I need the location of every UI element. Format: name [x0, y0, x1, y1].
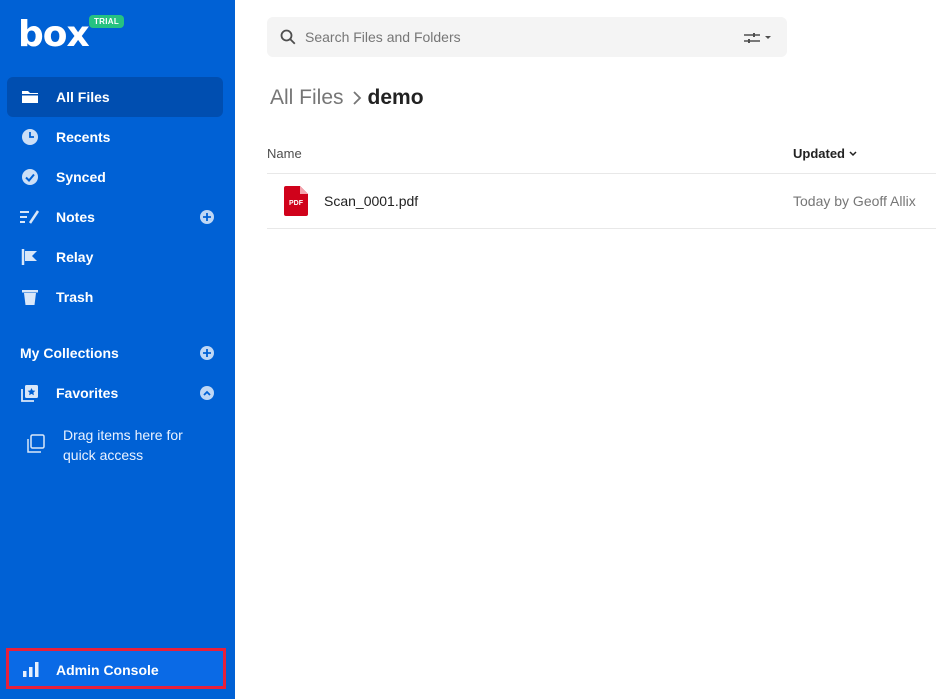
- sidebar-item-relay[interactable]: Relay: [7, 237, 223, 277]
- sidebar-item-label: Admin Console: [56, 662, 159, 678]
- relay-icon: [20, 247, 40, 267]
- notes-icon: [20, 207, 40, 227]
- breadcrumb-current-folder: demo: [367, 86, 424, 109]
- sidebar-item-synced[interactable]: Synced: [7, 157, 223, 197]
- add-collection-icon[interactable]: [200, 346, 214, 360]
- trial-badge: TRIAL: [89, 15, 125, 28]
- file-updated: Today by Geoff Allix: [793, 193, 916, 209]
- breadcrumb-all-files[interactable]: All Files: [270, 86, 344, 110]
- row-divider: [267, 228, 936, 229]
- sidebar-item-all-files[interactable]: All Files: [7, 77, 223, 117]
- bar-chart-icon: [21, 659, 41, 679]
- file-name[interactable]: Scan_0001.pdf: [324, 193, 418, 209]
- search-bar: [267, 17, 787, 57]
- sidebar-item-label: All Files: [56, 89, 110, 105]
- sidebar-item-trash[interactable]: Trash: [7, 277, 223, 317]
- column-header-updated-label: Updated: [793, 146, 845, 161]
- drag-hint-text: Drag items here for quick access: [63, 427, 183, 463]
- sidebar-item-label: Notes: [56, 209, 95, 225]
- breadcrumb: All Files demo: [270, 86, 424, 110]
- sort-chevron-down-icon: [849, 150, 857, 157]
- sidebar-item-label: Recents: [56, 129, 111, 145]
- table-row[interactable]: PDF Scan_0001.pdf Today by Geoff Allix: [267, 174, 936, 228]
- sidebar-item-label: Trash: [56, 289, 94, 305]
- add-note-icon[interactable]: [200, 210, 214, 224]
- logo-text: box: [18, 14, 90, 55]
- check-circle-icon: [20, 167, 40, 187]
- column-header-updated[interactable]: Updated: [793, 146, 857, 161]
- column-header-name[interactable]: Name: [267, 146, 302, 161]
- pdf-file-icon: PDF: [284, 186, 308, 221]
- sidebar-item-label: Synced: [56, 169, 106, 185]
- search-filter-icon[interactable]: [744, 31, 774, 49]
- clock-icon: [20, 127, 40, 147]
- sidebar-item-notes[interactable]: Notes: [7, 197, 223, 237]
- search-icon: [280, 29, 296, 50]
- sidebar-item-recents[interactable]: Recents: [7, 117, 223, 157]
- trash-icon: [20, 287, 40, 307]
- sidebar-item-label: Relay: [56, 249, 94, 265]
- chevron-right-icon: [352, 90, 362, 106]
- sidebar-item-admin-console[interactable]: Admin Console: [6, 648, 226, 689]
- folder-icon: [20, 87, 40, 107]
- sidebar: box TRIAL All Files Recents Synced Notes: [0, 0, 235, 699]
- my-collections-label[interactable]: My Collections: [20, 345, 119, 361]
- sidebar-item-favorites[interactable]: Favorites: [7, 373, 223, 413]
- search-input[interactable]: [305, 27, 725, 47]
- box-logo[interactable]: box: [18, 14, 90, 56]
- favorites-icon: [20, 383, 40, 403]
- collapse-favorites-icon[interactable]: [200, 386, 214, 400]
- sidebar-item-label: Favorites: [56, 385, 119, 401]
- pdf-type-badge: PDF: [289, 200, 303, 207]
- drag-placeholder-icon: [26, 434, 46, 459]
